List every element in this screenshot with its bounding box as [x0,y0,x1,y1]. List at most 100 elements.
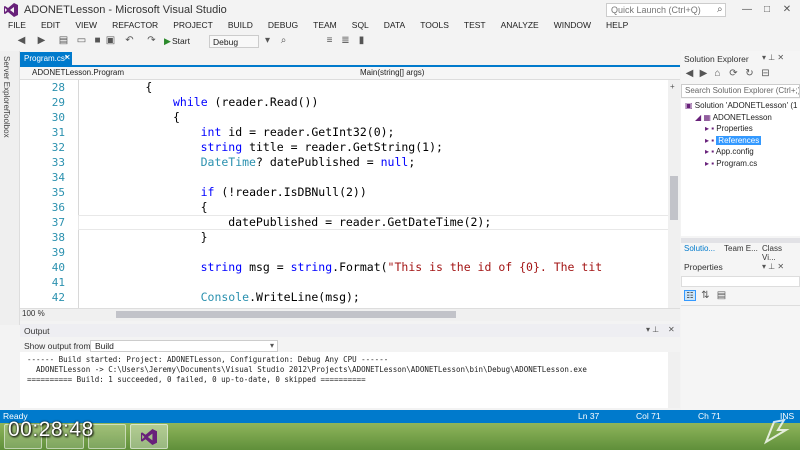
member-dropdown[interactable]: Main(string[] args) [350,67,670,79]
editor-horizontal-scroll-thumb[interactable] [116,311,456,318]
uncomment-icon[interactable]: ≣ [340,35,351,47]
menu-project[interactable]: PROJECT [165,19,220,33]
tab-team-explorer[interactable]: Team E... [721,244,761,253]
open-file-icon[interactable]: ▭ [76,35,87,47]
search-icon[interactable]: ⌕ [717,4,723,15]
code-line[interactable]: 33 DateTime? datePublished = null; [20,155,668,170]
chevron-down-icon[interactable]: ▾ [270,341,274,350]
undo-icon[interactable]: ↶ [124,35,135,47]
code-line[interactable]: 30 { [20,110,668,125]
pin-icon[interactable]: ▾ ⊥ [646,325,659,334]
code-line[interactable]: 36 { [20,200,668,215]
code-editor[interactable]: 28 {29 while (reader.Read()) 30 {31 int id = … [20,80,668,308]
menu-analyze[interactable]: ANALYZE [493,19,546,33]
properties-object-select[interactable] [681,276,800,287]
start-button[interactable]: Start [172,36,190,46]
code-token: while [173,95,208,109]
solution-configuration-select[interactable]: Debug [209,35,259,48]
output-text[interactable]: ------ Build started: Project: ADONETLes… [20,352,668,408]
solution-search-input[interactable]: Search Solution Explorer (Ctrl+;) [681,84,800,98]
menu-debug[interactable]: DEBUG [260,19,305,33]
save-all-icon[interactable]: ▣ [105,35,116,47]
tree-item[interactable]: ▣ Solution 'ADONETLesson' (1 [685,101,797,110]
menu-file[interactable]: FILE [0,19,33,33]
code-line[interactable]: 32 string title = reader.GetString(1); [20,140,668,155]
toolbox-tab[interactable]: Toolbox [2,110,11,138]
type-dropdown[interactable]: ADONETLesson.Program [22,67,347,79]
sync-icon[interactable]: ⟳ [728,68,739,80]
menu-window[interactable]: WINDOW [546,19,598,33]
bookmark-icon[interactable]: ▮ [356,35,367,47]
categorized-icon[interactable]: ☷ [684,290,696,301]
zoom-level[interactable]: 100 % [22,309,45,318]
quick-launch-input[interactable]: Quick Launch (Ctrl+Q) [606,3,726,17]
new-project-icon[interactable]: ▤ [58,35,69,47]
find-icon[interactable]: ⌕ [278,35,289,47]
code-line[interactable]: 34 [20,170,668,185]
split-icon[interactable]: + [670,82,675,91]
refresh-icon[interactable]: ↻ [744,68,755,80]
server-explorer-tab[interactable]: Server Explorer [2,56,11,112]
code-line[interactable]: 42 Console.WriteLine(msg); [20,290,668,305]
menu-test[interactable]: TEST [456,19,493,33]
menu-sql[interactable]: SQL [344,19,376,33]
comment-icon[interactable]: ≡ [324,35,335,47]
menu-help[interactable]: HELP [598,19,635,33]
save-icon[interactable]: ■ [92,35,103,47]
column-number: Col 71 [636,411,661,421]
chevron-down-icon[interactable]: ▾ [262,35,273,47]
minimize-icon[interactable]: — [740,3,754,17]
output-scrollbar[interactable] [668,352,680,408]
menu-refactor[interactable]: REFACTOR [104,19,165,33]
close-panel-icon[interactable]: ✕ [668,325,675,334]
collapse-icon[interactable]: ⊟ [760,68,771,80]
editor-scroll-thumb[interactable] [670,176,678,220]
forward-icon[interactable]: ▶ [698,68,709,80]
tree-item[interactable]: ▸ ▪ App.config [705,147,754,156]
home-icon[interactable]: ⌂ [712,68,723,80]
code-line[interactable]: 40 string msg = string.Format("This is th… [20,260,668,275]
pin-icon[interactable]: ▾ ⊥ ✕ [762,262,784,271]
menu-edit[interactable]: EDIT [33,19,67,33]
tree-item[interactable]: ▸ ▪ Properties [705,124,753,133]
menu-build[interactable]: BUILD [220,19,260,33]
close-tab-icon[interactable]: ✕ [64,53,71,62]
line-number: 35 [51,186,65,199]
code-text: datePublished = reader.GetDateTime(2); [228,215,491,230]
back-icon[interactable]: ◀ [684,68,695,80]
redo-icon[interactable]: ↷ [146,35,157,47]
code-token: datePublished = reader.GetDateTime(2); [228,215,492,229]
taskbar [0,423,800,450]
back-icon[interactable]: ◀ [16,35,27,47]
tab-class-view[interactable]: Class Vi... [759,244,800,262]
start-icon[interactable]: ▶ [164,36,171,46]
forward-icon[interactable]: ▶ [36,35,47,47]
code-line[interactable]: 28 { [20,80,668,95]
properties-grid [681,305,800,410]
maximize-icon[interactable]: □ [760,3,774,17]
menu-tools[interactable]: TOOLS [412,19,456,33]
tree-item[interactable]: ▸ ▪ Program.cs [705,159,757,168]
property-pages-icon[interactable]: ▤ [716,290,727,302]
code-token: title = reader.GetString(1); [242,140,443,154]
output-source-select[interactable]: Build [90,340,278,352]
alphabetical-icon[interactable]: ⇅ [700,290,711,302]
pin-icon[interactable]: ▾ ⊥ ✕ [762,53,784,62]
menu-view[interactable]: VIEW [67,19,104,33]
tab-solution-explorer[interactable]: Solutio... [681,244,718,253]
close-icon[interactable]: ✕ [780,3,794,17]
code-line[interactable]: 31 int id = reader.GetInt32(0); [20,125,668,140]
menu-data[interactable]: DATA [376,19,412,33]
code-line[interactable]: 35 if (!reader.IsDBNull(2)) [20,185,668,200]
code-line[interactable]: 39 [20,245,668,260]
code-line[interactable]: 37 datePublished = reader.GetDateTime(2); [20,215,668,230]
menu-team[interactable]: TEAM [305,19,344,33]
code-line[interactable]: 41 [20,275,668,290]
tree-item[interactable]: ◢ ▦ ADONETLesson [695,113,772,122]
taskbar-visual-studio-icon[interactable] [130,424,168,449]
tree-item-label: ADONETLesson [712,112,772,122]
code-line[interactable]: 38} [20,230,668,245]
tree-item[interactable]: ▸ ▪ References [705,135,762,145]
panel-splitter[interactable] [681,238,800,243]
code-line[interactable]: 29 while (reader.Read()) [20,95,668,110]
